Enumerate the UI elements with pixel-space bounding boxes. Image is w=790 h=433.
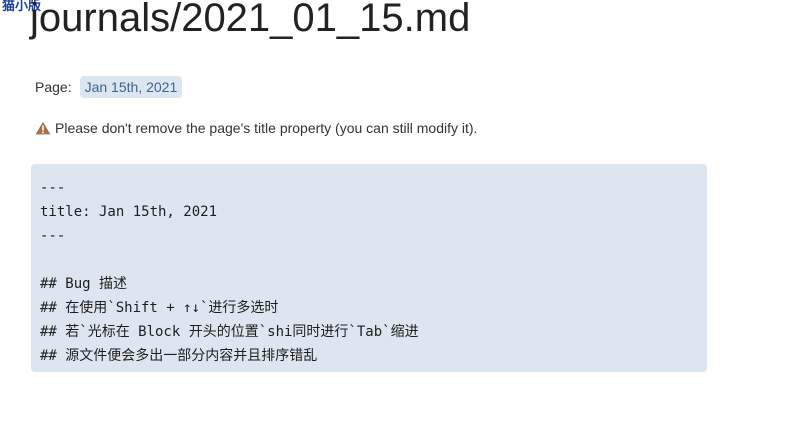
page-property-row: Page: Jan 15th, 2021 — [35, 75, 183, 99]
property-key: Page: — [35, 79, 72, 95]
page-title: journals/2021_01_15.md — [30, 0, 471, 40]
warning-notice: Please don't remove the page's title pro… — [35, 120, 477, 136]
page-reference-link[interactable]: Jan 15th, 2021 — [79, 76, 183, 98]
code-line: ## Bug 描述 — [40, 276, 128, 292]
code-line: ## 源文件便会多出一部分内容并且排序错乱 — [40, 348, 318, 364]
code-line: --- — [40, 228, 66, 244]
warning-icon — [35, 121, 51, 135]
code-line: ## 在使用`Shift + ↑↓`进行多选时 — [40, 300, 279, 316]
warning-text: Please don't remove the page's title pro… — [55, 120, 478, 136]
code-line: title: Jan 15th, 2021 — [40, 204, 218, 220]
page: 猫小版 journals/2021_01_15.md Page: Jan 15t… — [0, 0, 790, 433]
code-line: --- — [40, 180, 66, 196]
code-line: ## 若`光标在 Block 开头的位置`shi同时进行`Tab`缩进 — [40, 324, 419, 340]
raw-file-code-block[interactable]: --- title: Jan 15th, 2021 --- ## Bug 描述 … — [31, 164, 707, 372]
